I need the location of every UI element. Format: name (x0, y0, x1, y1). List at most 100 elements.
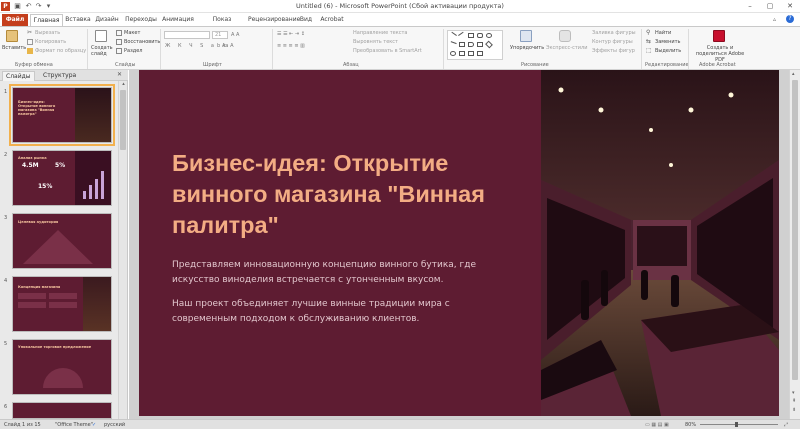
create-pdf-button[interactable]: Создать и поделиться Adobe PDF (692, 45, 748, 63)
align-buttons[interactable]: ≡ ≡ ≡ ≡ ▥ (277, 43, 305, 49)
replace-button[interactable]: Заменить (655, 39, 681, 45)
scroll-thumb[interactable] (792, 80, 798, 380)
align-text-button[interactable]: Выровнять текст (353, 39, 398, 45)
panel-scrollbar[interactable]: ▴ (118, 81, 127, 419)
maximize-icon[interactable]: ▢ (760, 1, 780, 12)
adobe-pdf-icon[interactable] (713, 30, 725, 42)
star-shape-icon[interactable] (468, 51, 474, 56)
tab-file[interactable]: Файл (2, 14, 28, 26)
wine-store-photo[interactable] (541, 70, 779, 416)
scroll-up-icon[interactable]: ▴ (792, 71, 795, 77)
pentagon-shape-icon[interactable] (477, 42, 483, 47)
text-direction-button[interactable]: Направление текста (353, 30, 407, 36)
arrow-shape-icon[interactable] (449, 41, 457, 48)
collapse-ribbon-icon[interactable]: ▵ (773, 16, 776, 23)
close-panel-icon[interactable]: ✕ (117, 71, 122, 78)
zoom-level[interactable]: 80% (685, 421, 696, 429)
new-slide-button[interactable]: Создать слайд (91, 45, 115, 57)
language-indicator[interactable]: русский (104, 421, 125, 429)
paste-button[interactable]: Вставить (2, 45, 26, 51)
section-button[interactable]: Раздел (124, 48, 142, 54)
triangle-shape-icon[interactable] (459, 42, 465, 47)
select-button[interactable]: Выделить (655, 48, 681, 54)
ribbon: Вставить ✂ Вырезать Копировать Формат по… (0, 26, 800, 70)
separator (160, 29, 161, 69)
tab-home[interactable]: Главная (30, 14, 63, 26)
font-style-buttons[interactable]: Ж К Ч S abc (165, 43, 229, 49)
tab-design[interactable]: Дизайн (95, 14, 119, 26)
slide-thumbnail-3[interactable]: Целевая аудитория (12, 213, 112, 269)
oval-shape-icon[interactable] (486, 33, 492, 38)
quick-styles-button[interactable]: Экспресс-стили (546, 45, 587, 51)
list-buttons[interactable]: ☰ ☰ ⇤ ⇥ ↕ (277, 31, 305, 37)
tab-slides-panel[interactable]: Слайды (2, 71, 35, 81)
font-color-icon[interactable]: Aa A (222, 43, 234, 49)
powerpoint-window: P ▣ ↶ ↷ ▾ Untitled (6) - Microsoft Power… (0, 0, 800, 429)
tab-review[interactable]: Рецензирование (248, 14, 300, 26)
cut-button[interactable]: Вырезать (35, 30, 60, 36)
callout-shape-icon[interactable] (477, 51, 483, 56)
spellcheck-icon[interactable]: ✓ (92, 421, 96, 429)
rounded-rect-shape-icon[interactable] (477, 33, 483, 38)
shape-fill-button[interactable]: Заливка фигуры (592, 30, 636, 36)
new-slide-icon[interactable] (95, 30, 107, 42)
shape-effects-button[interactable]: Эффекты фигур (592, 48, 635, 54)
previous-slide-icon[interactable]: ⇞ (792, 398, 796, 404)
format-painter-button[interactable]: Формат по образцу (35, 48, 86, 54)
reset-button[interactable]: Восстановить (124, 39, 160, 45)
arrange-button[interactable]: Упорядочить (510, 45, 544, 51)
slide-thumbnail-2[interactable]: Анализ рынка 4.5M 5% 15% (12, 150, 112, 206)
tab-insert[interactable]: Вставка (65, 14, 91, 26)
slide-thumbnail-6[interactable] (12, 402, 112, 419)
brace-shape-icon[interactable] (459, 51, 465, 56)
shape-outline-button[interactable]: Контур фигуры (592, 39, 633, 45)
reset-icon (116, 39, 122, 45)
zoom-slider[interactable] (700, 424, 778, 425)
paste-icon[interactable] (6, 30, 18, 42)
rectangle-shape-icon[interactable] (468, 33, 474, 38)
layout-button[interactable]: Макет (124, 30, 140, 36)
close-icon[interactable]: ✕ (780, 1, 800, 12)
tab-acrobat[interactable]: Acrobat (318, 14, 346, 26)
theme-name[interactable]: "Office Theme" (55, 421, 93, 429)
copy-button[interactable]: Копировать (35, 39, 66, 45)
tab-transitions[interactable]: Переходы (125, 14, 157, 26)
editing-group-label: Редактирование (645, 62, 689, 68)
slide-thumbnail-1[interactable]: Бизнес-идея: Открытие винного магазина "… (9, 84, 115, 146)
tab-animation[interactable]: Анимация (162, 14, 194, 26)
tab-slideshow[interactable]: Показ слайдов (199, 14, 245, 35)
arrange-icon[interactable] (520, 30, 532, 42)
circle-shape-icon[interactable] (450, 51, 456, 56)
slide-paragraph-2[interactable]: Наш проект объединяет лучшие винные трад… (172, 297, 492, 327)
thumb-stat: 5% (55, 162, 66, 169)
find-button[interactable]: Найти (655, 30, 671, 36)
font-size-select[interactable]: 21 (212, 31, 228, 39)
current-slide[interactable]: Бизнес-идея: Открытие винного магазина "… (139, 70, 779, 416)
bracket-shape-icon[interactable] (468, 42, 474, 47)
help-icon[interactable]: ? (786, 15, 794, 23)
fit-slide-icon[interactable]: ⤢ (784, 421, 788, 429)
quick-styles-icon[interactable] (559, 30, 571, 42)
zoom-slider-handle[interactable] (735, 422, 738, 427)
slide-thumbnail-5[interactable]: Уникальное торговое предложение (12, 339, 112, 395)
tab-outline-panel[interactable]: Структура (40, 71, 79, 81)
scroll-up-icon[interactable]: ▴ (120, 81, 127, 88)
scroll-down-icon[interactable]: ▾ (792, 390, 795, 396)
separator (641, 29, 642, 69)
next-slide-icon[interactable]: ⇟ (792, 407, 796, 413)
diamond-shape-icon[interactable] (485, 40, 493, 49)
line-shape-icon[interactable] (458, 31, 466, 40)
slide-thumbnail-4[interactable]: Концепция магазина (12, 276, 112, 332)
grow-font-icon[interactable]: A A (231, 32, 239, 38)
shapes-gallery[interactable] (447, 30, 503, 60)
view-buttons[interactable]: ▭ ▦ ▤ ▣ (645, 421, 669, 429)
scroll-thumb[interactable] (120, 90, 126, 150)
minimize-icon[interactable]: – (740, 1, 760, 12)
smartart-button[interactable]: Преобразовать в SmartArt (353, 48, 422, 54)
tab-view[interactable]: Вид (298, 14, 314, 26)
slide-title[interactable]: Бизнес-идея: Открытие винного магазина "… (172, 148, 532, 241)
font-name-select[interactable] (164, 31, 210, 39)
canvas-scrollbar[interactable]: ▴ ▾ ⇞ ⇟ (789, 70, 800, 419)
line-shape-icon[interactable] (449, 31, 457, 40)
slide-paragraph-1[interactable]: Представляем инновационную концепцию вин… (172, 258, 492, 288)
